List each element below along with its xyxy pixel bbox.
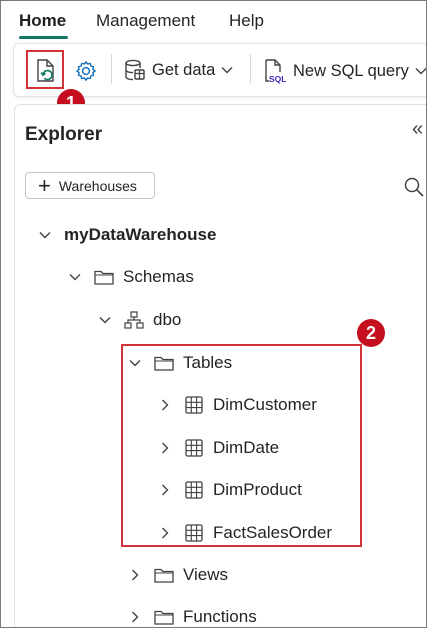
tree-node-dbo[interactable]: dbo	[98, 308, 181, 332]
chevron-down-icon	[415, 68, 426, 75]
folder-icon	[154, 566, 174, 584]
chevron-down-icon	[68, 270, 82, 284]
sql-file-icon: SQL	[265, 59, 286, 84]
database-icon	[125, 59, 145, 81]
gear-icon	[76, 61, 96, 81]
folder-icon	[94, 268, 114, 286]
search-icon	[404, 177, 424, 197]
schemas-label: Schemas	[123, 267, 194, 286]
chevron-down-icon	[38, 228, 52, 242]
tree-node-views[interactable]: Views	[128, 563, 228, 587]
toolbar-separator	[250, 54, 251, 84]
folder-icon	[154, 608, 174, 626]
views-label: Views	[183, 565, 229, 584]
svg-text:SQL: SQL	[269, 74, 286, 84]
tab-home[interactable]: Home	[19, 11, 66, 31]
functions-label: Functions	[183, 607, 257, 626]
warehouse-name: myDataWarehouse	[64, 225, 217, 244]
tab-help[interactable]: Help	[229, 11, 264, 31]
tree-node-warehouse[interactable]: myDataWarehouse	[38, 223, 216, 247]
ribbon-tabs: Home Management Help	[1, 1, 426, 41]
collapse-panel-button[interactable]: «	[412, 118, 423, 141]
active-tab-indicator	[19, 36, 68, 39]
toolbar-separator	[111, 54, 112, 84]
settings-button[interactable]	[74, 59, 98, 83]
app-window: Home Management Help Get data SQL New SQ…	[0, 0, 427, 628]
new-sql-query-label: New SQL query	[293, 61, 409, 80]
dbo-label: dbo	[153, 310, 182, 329]
refresh-highlight-box	[26, 50, 64, 89]
tree-node-functions[interactable]: Functions	[128, 605, 257, 627]
tab-management[interactable]: Management	[96, 11, 195, 31]
get-data-button[interactable]: Get data	[124, 58, 233, 82]
schema-icon	[124, 311, 144, 329]
add-warehouses-label: Warehouses	[58, 177, 137, 194]
add-warehouses-button[interactable]: + Warehouses	[25, 172, 155, 199]
new-sql-query-button[interactable]: SQL New SQL query	[263, 58, 426, 84]
tables-highlight-box	[121, 344, 362, 547]
get-data-label: Get data	[152, 60, 216, 79]
explorer-title: Explorer	[25, 124, 103, 145]
chevron-down-icon	[221, 67, 233, 74]
plus-icon: +	[38, 172, 51, 198]
search-button[interactable]	[403, 176, 425, 203]
tree-node-schemas[interactable]: Schemas	[68, 265, 194, 289]
chevron-right-icon	[128, 610, 142, 624]
callout-badge-2: 2	[357, 319, 385, 347]
chevron-right-icon	[128, 568, 142, 582]
chevron-down-icon	[98, 313, 112, 327]
